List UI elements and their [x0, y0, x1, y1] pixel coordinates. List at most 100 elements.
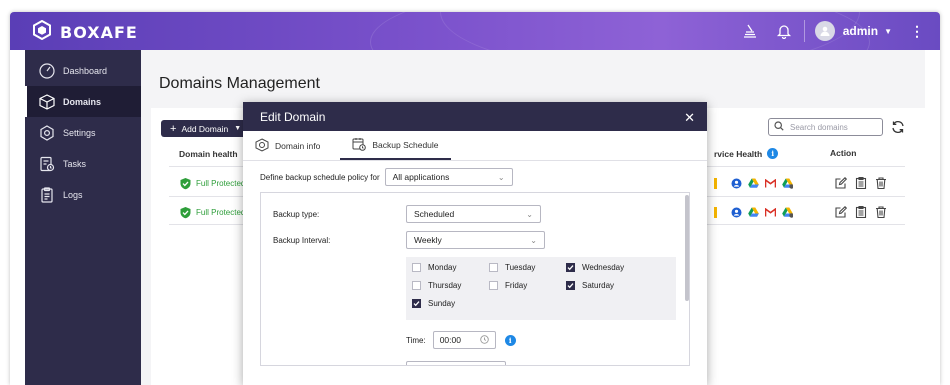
- sidebar: Dashboard Domains Settings Tasks Logs: [25, 50, 141, 385]
- chevron-down-icon: ⌄: [497, 172, 505, 182]
- logs-icon: [38, 186, 56, 204]
- brand-name: BOXAFE: [60, 23, 138, 42]
- calendar-icon: [714, 207, 725, 218]
- scrollbar[interactable]: [685, 195, 689, 301]
- row-actions: [835, 177, 887, 189]
- contacts-icon: [731, 207, 742, 218]
- policy-label: Define backup schedule policy for: [260, 172, 380, 182]
- domains-icon: [38, 93, 56, 111]
- checkbox[interactable]: [412, 263, 421, 272]
- top-bar: BOXAFE admin ▼ ⋮: [10, 12, 940, 102]
- service-icons: [714, 207, 793, 218]
- search-input[interactable]: Search domains: [768, 118, 883, 136]
- edit-icon[interactable]: [835, 206, 847, 218]
- brand-logo-icon: [32, 19, 52, 45]
- day-tuesday[interactable]: Tuesday: [489, 263, 535, 272]
- sidebar-item-domains[interactable]: Domains: [25, 86, 141, 117]
- info-icon[interactable]: i: [504, 334, 516, 346]
- close-icon[interactable]: ✕: [684, 110, 695, 126]
- gmail-icon: [765, 207, 776, 218]
- schedule-form: Backup type: Scheduled ⌄ Backup Interval…: [260, 192, 690, 366]
- time-input[interactable]: 00:00: [432, 331, 496, 349]
- sidebar-item-dashboard[interactable]: Dashboard: [25, 55, 141, 86]
- gmail-icon: [765, 178, 776, 189]
- calendar-icon: [714, 178, 725, 189]
- kebab-icon[interactable]: ⋮: [910, 23, 924, 40]
- chevron-down-icon: ▼: [234, 125, 242, 132]
- avatar[interactable]: [814, 21, 835, 41]
- sidebar-item-settings[interactable]: Settings: [25, 117, 141, 148]
- chevron-down-icon[interactable]: ▼: [884, 27, 892, 36]
- service-icons: [714, 178, 793, 189]
- day-wednesday[interactable]: Wednesday: [566, 263, 624, 272]
- clipboard-icon[interactable]: [855, 206, 867, 218]
- search-placeholder: Search domains: [790, 122, 848, 132]
- policy-row: Define backup schedule policy for All ap…: [260, 168, 513, 186]
- add-domain-label: Add Domain: [181, 123, 229, 134]
- edit-domain-modal: Edit Domain ✕ Domain info Backup Schedul…: [243, 102, 707, 385]
- day-saturday[interactable]: Saturday: [566, 281, 614, 290]
- sidebar-item-logs[interactable]: Logs: [25, 179, 141, 210]
- column-action: Action: [830, 148, 857, 158]
- checkbox-checked[interactable]: [566, 263, 575, 272]
- days-panel: Monday Tuesday Wednesday Thursday Friday…: [406, 257, 676, 320]
- trash-icon[interactable]: [875, 177, 887, 189]
- search-icon: [774, 118, 784, 136]
- backup-type-select[interactable]: Scheduled ⌄: [406, 205, 541, 223]
- chevron-down-icon: ⌄: [526, 209, 533, 219]
- gear-icon: [38, 124, 56, 142]
- time-label: Time:: [406, 335, 426, 345]
- bell-icon[interactable]: [774, 21, 794, 41]
- shield-check-icon: [180, 178, 191, 190]
- stack-icon[interactable]: [740, 21, 760, 41]
- status-badge: Full Protected: [179, 177, 245, 190]
- column-service-health[interactable]: rvice Health i: [714, 148, 779, 159]
- day-thursday[interactable]: Thursday: [412, 281, 461, 290]
- brand-logo[interactable]: BOXAFE: [32, 19, 138, 45]
- status-badge: Full Protected: [179, 206, 245, 219]
- backup-interval-select[interactable]: Weekly ⌄: [406, 231, 545, 249]
- tab-domain-info[interactable]: Domain info: [243, 131, 332, 160]
- sidebar-item-label: Tasks: [63, 158, 87, 169]
- shield-check-icon: [180, 207, 191, 219]
- modal-header: Edit Domain ✕: [243, 102, 707, 131]
- sidebar-item-label: Dashboard: [63, 65, 108, 76]
- sidebar-item-label: Logs: [63, 189, 83, 200]
- backup-interval-label: Backup Interval:: [273, 236, 331, 245]
- modal-title: Edit Domain: [260, 109, 326, 124]
- info-icon[interactable]: i: [767, 148, 779, 159]
- partial-field[interactable]: [406, 361, 506, 365]
- page-title: Domains Management: [159, 75, 320, 92]
- sidebar-item-tasks[interactable]: Tasks: [25, 148, 141, 179]
- refresh-icon[interactable]: [889, 118, 907, 136]
- dashboard-icon: [38, 62, 56, 80]
- add-domain-button[interactable]: + Add Domain ▼: [161, 120, 249, 137]
- user-menu[interactable]: admin: [843, 24, 878, 38]
- clock-icon: [479, 334, 489, 346]
- contacts-icon: [731, 178, 742, 189]
- drive-icon: [748, 207, 759, 218]
- clipboard-icon[interactable]: [855, 177, 867, 189]
- trash-icon[interactable]: [875, 206, 887, 218]
- checkbox[interactable]: [489, 281, 498, 290]
- backup-type-label: Backup type:: [273, 210, 320, 219]
- edit-icon[interactable]: [835, 177, 847, 189]
- globe-icon: [255, 137, 269, 154]
- sidebar-item-label: Settings: [63, 127, 96, 138]
- tab-backup-schedule[interactable]: Backup Schedule: [340, 131, 451, 160]
- chevron-down-icon: ⌄: [530, 235, 537, 245]
- checkbox[interactable]: [489, 263, 498, 272]
- shared-drive-icon: [782, 178, 793, 189]
- sidebar-item-label: Domains: [63, 96, 102, 107]
- day-friday[interactable]: Friday: [489, 281, 527, 290]
- checkbox-checked[interactable]: [412, 299, 421, 308]
- calendar-clock-icon: [352, 137, 367, 153]
- drive-icon: [748, 178, 759, 189]
- day-sunday[interactable]: Sunday: [412, 299, 455, 308]
- checkbox[interactable]: [412, 281, 421, 290]
- row-actions: [835, 206, 887, 218]
- checkbox-checked[interactable]: [566, 281, 575, 290]
- shared-drive-icon: [782, 207, 793, 218]
- policy-select[interactable]: All applications ⌄: [384, 168, 513, 186]
- day-monday[interactable]: Monday: [412, 263, 456, 272]
